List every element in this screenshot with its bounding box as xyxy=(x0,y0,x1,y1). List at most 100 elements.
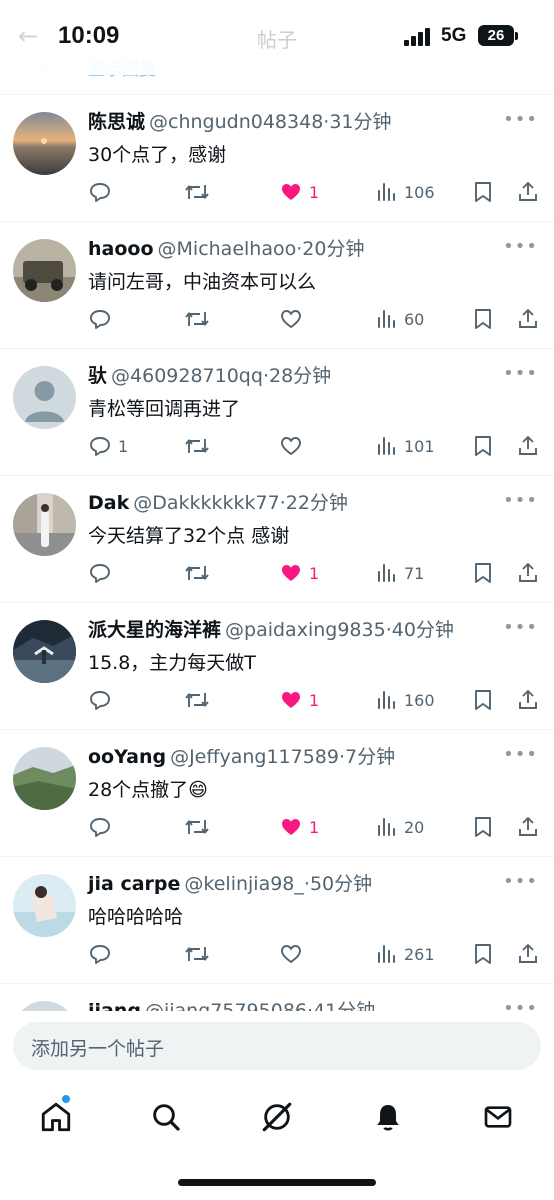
reply-button[interactable] xyxy=(88,177,118,207)
repost-button[interactable] xyxy=(184,558,210,588)
repost-button[interactable] xyxy=(184,939,210,969)
avatar[interactable] xyxy=(13,874,76,937)
display-name[interactable]: Dak xyxy=(88,492,129,514)
views-button[interactable]: 261 xyxy=(376,939,435,969)
like-button[interactable] xyxy=(279,431,309,461)
more-options-icon[interactable]: ••• xyxy=(503,109,538,130)
tab-messages[interactable] xyxy=(478,1097,518,1137)
reply-post[interactable]: Dak @Dakkkkkkk77·22分钟 ••• 今天结算了32个点 感谢 1 … xyxy=(0,475,554,602)
share-button[interactable] xyxy=(516,304,540,334)
reply-button[interactable] xyxy=(88,685,118,715)
views-button[interactable]: 60 xyxy=(376,304,424,334)
display-name[interactable]: 派大星的海洋裤 xyxy=(88,619,221,641)
avatar[interactable] xyxy=(13,747,76,810)
like-button[interactable] xyxy=(279,939,309,969)
repost-icon xyxy=(184,434,210,458)
tab-notifications[interactable] xyxy=(368,1097,408,1137)
network-label: 5G xyxy=(441,25,467,46)
share-button[interactable] xyxy=(516,558,540,588)
post-header: 驮 @460928710qq·28分钟 xyxy=(88,361,331,388)
views-button[interactable]: 106 xyxy=(376,177,435,207)
post-actions: 1 20 xyxy=(88,812,542,842)
repost-button[interactable] xyxy=(184,685,210,715)
user-handle: @paidaxing9835 xyxy=(225,619,386,641)
bookmark-button[interactable] xyxy=(472,558,494,588)
avatar[interactable] xyxy=(13,1001,76,1011)
like-icon xyxy=(279,815,303,839)
more-options-icon[interactable]: ••• xyxy=(503,490,538,511)
avatar[interactable] xyxy=(13,493,76,556)
share-button[interactable] xyxy=(516,177,540,207)
reply-post[interactable]: 驮 @460928710qq·28分钟 ••• 青松等回调再进了 1 101 xyxy=(0,348,554,475)
repost-button[interactable] xyxy=(184,431,210,461)
reply-button[interactable] xyxy=(88,939,118,969)
share-button[interactable] xyxy=(516,431,540,461)
avatar[interactable] xyxy=(13,112,76,175)
views-button[interactable]: 160 xyxy=(376,685,435,715)
display-name[interactable]: 驮 xyxy=(88,365,107,387)
views-button[interactable]: 71 xyxy=(376,558,424,588)
reply-button[interactable] xyxy=(88,812,118,842)
search-icon xyxy=(153,1104,180,1131)
post-time: ·28分钟 xyxy=(262,365,332,387)
tab-grok[interactable] xyxy=(257,1097,297,1137)
bookmark-button[interactable] xyxy=(472,304,494,334)
post-time: ·7分钟 xyxy=(338,746,396,768)
reply-button[interactable] xyxy=(88,558,118,588)
reply-post[interactable]: 派大星的海洋裤 @paidaxing9835·40分钟 ••• 15.8，主力每天… xyxy=(0,602,554,729)
bookmark-button[interactable] xyxy=(472,431,494,461)
like-count: 1 xyxy=(309,563,320,583)
repost-button[interactable] xyxy=(184,304,210,334)
like-button[interactable] xyxy=(279,304,309,334)
reply-button[interactable] xyxy=(88,304,118,334)
like-count: 1 xyxy=(309,817,320,837)
post-time: ·40分钟 xyxy=(385,619,454,641)
display-name[interactable]: haooo xyxy=(88,238,154,260)
reply-post[interactable]: haooo @Michaelhaoo·20分钟 ••• 请问左哥，中油资本可以么 … xyxy=(0,221,554,348)
post-text: 28个点撤了😄 xyxy=(88,779,208,801)
more-options-icon[interactable]: ••• xyxy=(503,998,538,1011)
more-options-icon[interactable]: ••• xyxy=(503,744,538,765)
compose-input[interactable]: 添加另一个帖子 xyxy=(13,1022,541,1070)
reply-post[interactable]: 陈思诚 @chngudn048348·31分钟 ••• 30个点了，感谢 1 10… xyxy=(0,94,554,221)
share-button[interactable] xyxy=(516,812,540,842)
views-icon xyxy=(376,561,398,585)
display-name[interactable]: jia carpe xyxy=(88,873,180,895)
views-button[interactable]: 20 xyxy=(376,812,424,842)
post-time: ·22分钟 xyxy=(279,492,348,514)
reply-post[interactable]: ooYang @Jeffyang117589·7分钟 ••• 28个点撤了😄 1 … xyxy=(0,729,554,856)
more-options-icon[interactable]: ••• xyxy=(503,871,538,892)
like-button[interactable]: 1 xyxy=(279,177,319,207)
tab-home[interactable] xyxy=(36,1097,76,1137)
avatar[interactable] xyxy=(13,366,76,429)
reply-post[interactable]: jiang @jiang75795086·41分钟 ••• xyxy=(0,983,554,1011)
bookmark-button[interactable] xyxy=(472,812,494,842)
display-name[interactable]: ooYang xyxy=(88,746,166,768)
repost-button[interactable] xyxy=(184,812,210,842)
bookmark-button[interactable] xyxy=(472,939,494,969)
avatar[interactable] xyxy=(13,239,76,302)
share-button[interactable] xyxy=(516,685,540,715)
avatar[interactable] xyxy=(13,620,76,683)
bookmark-button[interactable] xyxy=(472,177,494,207)
reply-icon xyxy=(88,561,112,585)
display-name[interactable]: 陈思诚 xyxy=(88,111,145,133)
tab-search[interactable] xyxy=(146,1097,186,1137)
bookmark-button[interactable] xyxy=(472,685,494,715)
more-options-icon[interactable]: ••• xyxy=(503,617,538,638)
views-count: 20 xyxy=(404,817,425,837)
like-button[interactable]: 1 xyxy=(279,812,319,842)
reply-feed[interactable]: 陈思诚 @chngudn048348·31分钟 ••• 30个点了，感谢 1 10… xyxy=(0,94,554,1011)
more-options-icon[interactable]: ••• xyxy=(503,363,538,384)
share-button[interactable] xyxy=(516,939,540,969)
repost-button[interactable] xyxy=(184,177,210,207)
reply-post[interactable]: jia carpe @kelinjia98_·50分钟 ••• 哈哈哈哈哈 261 xyxy=(0,856,554,983)
more-options-icon[interactable]: ••• xyxy=(503,236,538,257)
reply-button[interactable]: 1 xyxy=(88,431,128,461)
post-actions: 1 160 xyxy=(88,685,542,715)
like-button[interactable]: 1 xyxy=(279,558,319,588)
views-button[interactable]: 101 xyxy=(376,431,435,461)
bell-icon xyxy=(377,1105,399,1131)
display-name[interactable]: jiang xyxy=(88,1000,141,1011)
like-button[interactable]: 1 xyxy=(279,685,319,715)
